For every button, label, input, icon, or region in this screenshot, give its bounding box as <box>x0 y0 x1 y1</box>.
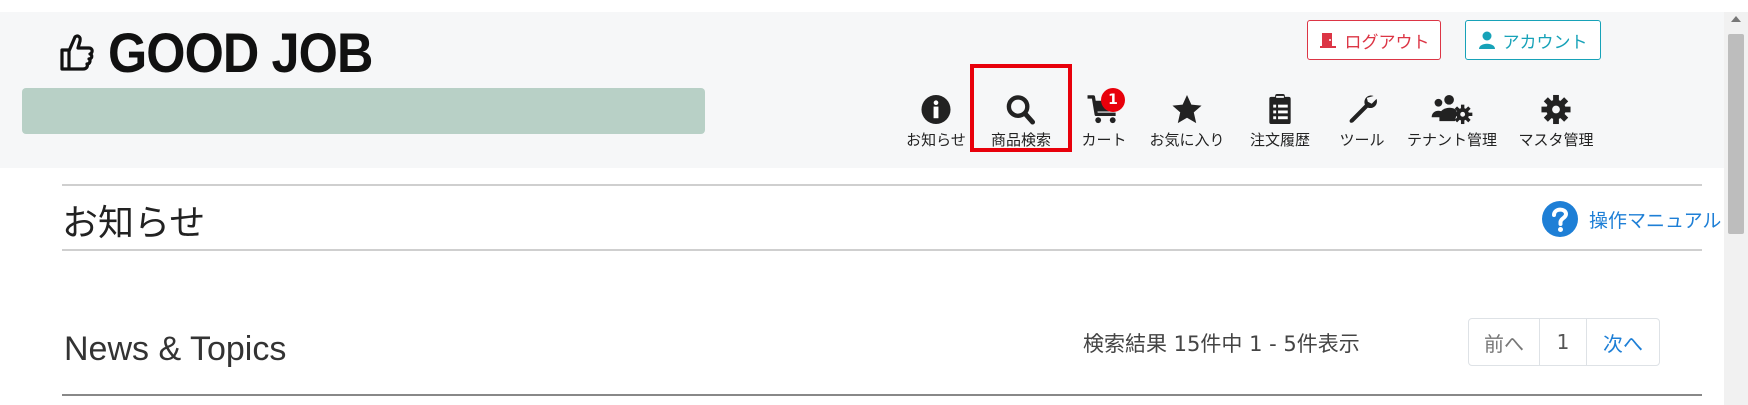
wrench-icon <box>1349 95 1377 123</box>
nav-label-cart: カート <box>1081 131 1127 149</box>
divider <box>62 394 1702 396</box>
door-exit-icon <box>1319 33 1336 48</box>
thumbs-up-icon <box>60 34 94 71</box>
active-nav-highlight <box>970 64 1072 152</box>
pagination-page[interactable]: 1 <box>1540 319 1587 365</box>
logout-button[interactable]: ログアウト <box>1307 20 1441 60</box>
cart-count-badge: 1 <box>1101 88 1125 112</box>
logo[interactable]: GOOD JOB <box>56 20 402 84</box>
nav-item-tenant-management[interactable]: テナント管理 <box>1402 84 1502 150</box>
star-icon <box>1172 94 1202 124</box>
pagination: 前へ 1 次へ <box>1468 318 1660 366</box>
section-title: News & Topics <box>64 330 287 368</box>
nav-label-favorites: お気に入り <box>1149 131 1225 149</box>
nav-label-order-history: 注文履歴 <box>1249 131 1310 149</box>
divider <box>62 249 1702 251</box>
pagination-next[interactable]: 次へ <box>1587 319 1659 365</box>
search-result-count: 検索結果 15件中 1 - 5件表示 <box>1083 332 1360 356</box>
scroll-up-arrow-icon[interactable] <box>1731 16 1741 22</box>
manual-link[interactable]: 操作マニュアル <box>1541 200 1721 238</box>
nav-item-master-management[interactable]: マスタ管理 <box>1514 84 1598 150</box>
nav-item-favorites[interactable]: お気に入り <box>1146 84 1228 150</box>
divider <box>62 184 1702 186</box>
user-icon <box>1478 31 1495 49</box>
gear-icon <box>1541 94 1571 125</box>
nav-item-order-history[interactable]: 注文履歴 <box>1242 84 1318 150</box>
vertical-scrollbar[interactable] <box>1724 12 1748 405</box>
users-cog-icon <box>1431 94 1473 125</box>
nav-label-tenant-management: テナント管理 <box>1406 131 1497 149</box>
question-circle-icon <box>1542 201 1578 237</box>
nav-item-tools[interactable]: ツール <box>1334 84 1390 150</box>
nav-label-tools: ツール <box>1339 131 1385 149</box>
nav-label-news: お知らせ <box>906 131 966 149</box>
logo-text: GOOD JOB <box>108 20 373 84</box>
pagination-prev[interactable]: 前へ <box>1469 319 1540 365</box>
info-circle-icon <box>921 94 951 125</box>
nav-item-news[interactable]: お知らせ <box>904 84 968 150</box>
account-button[interactable]: アカウント <box>1465 20 1601 60</box>
nav-label-master-management: マスタ管理 <box>1518 131 1594 149</box>
page-title: お知らせ <box>62 203 206 244</box>
logout-label: ログアウト <box>1344 32 1430 53</box>
clipboard-list-icon <box>1269 94 1291 125</box>
scroll-thumb[interactable] <box>1728 34 1744 234</box>
manual-link-label: 操作マニュアル <box>1589 209 1722 232</box>
company-name-bar <box>22 88 705 134</box>
account-label: アカウント <box>1502 32 1588 53</box>
